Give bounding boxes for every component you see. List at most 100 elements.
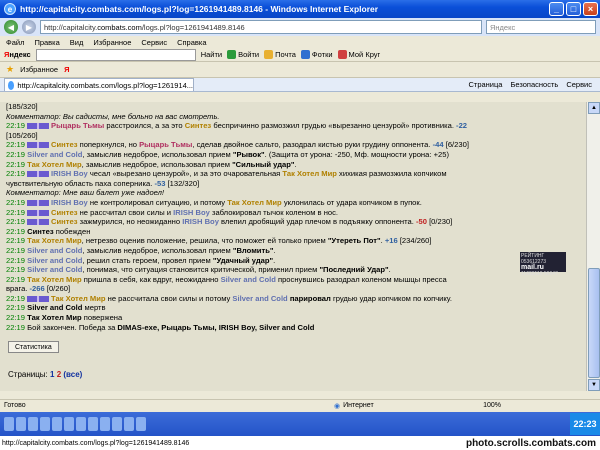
fighter-name[interactable]: IRISH Boy bbox=[182, 217, 219, 226]
skill-name: "Последний Удар" bbox=[319, 265, 389, 275]
scroll-down-arrow[interactable]: ▼ bbox=[588, 379, 600, 391]
close-button[interactable]: × bbox=[583, 2, 598, 16]
browser-search-input[interactable]: Яндекс bbox=[486, 20, 596, 34]
log-text: [0/260] bbox=[44, 284, 71, 294]
fighter-name[interactable]: Рыцарь Тьмы bbox=[139, 140, 192, 149]
log-time: 22:19 bbox=[6, 313, 26, 323]
yandex-logo[interactable]: Яндекс bbox=[4, 50, 31, 59]
yandex-photos-button[interactable]: Фотки bbox=[300, 50, 333, 59]
yandex-find-button[interactable]: Найти bbox=[201, 50, 222, 59]
log-text: уклонилась от удара копчиком в пупок. bbox=[281, 197, 422, 207]
log-text: проснувшись разодрал коленом мышцы пресс… bbox=[275, 274, 447, 284]
favorites-star-icon[interactable]: ★ bbox=[6, 64, 14, 75]
scroll-thumb[interactable] bbox=[588, 268, 600, 378]
taskbar-icon[interactable] bbox=[76, 417, 86, 431]
log-line: 22:19 Так Хотел Мир повержена bbox=[6, 313, 580, 323]
fighter-name[interactable]: Так Хотел Мир bbox=[227, 198, 282, 207]
log-text: [132/320] bbox=[165, 178, 200, 188]
log-time: 22:19 bbox=[6, 322, 26, 332]
tools-menu[interactable]: Сервис bbox=[566, 80, 592, 89]
taskbar-icon[interactable] bbox=[28, 417, 38, 431]
safety-menu[interactable]: Безопасность bbox=[510, 80, 558, 89]
taskbar-icon[interactable] bbox=[40, 417, 50, 431]
fighter-name[interactable]: Silver and Cold bbox=[27, 150, 82, 159]
taskbar-icon[interactable] bbox=[88, 417, 98, 431]
menu-favorites[interactable]: Избранное bbox=[93, 38, 131, 47]
fighter-name[interactable]: Синтез bbox=[51, 208, 77, 217]
tab-current[interactable]: http://capitalcity.combats.com/logs.pl?l… bbox=[4, 78, 194, 91]
menu-view[interactable]: Вид bbox=[70, 38, 84, 47]
maximize-button[interactable]: □ bbox=[566, 2, 581, 16]
ya-fav-button[interactable]: Я bbox=[64, 65, 69, 74]
yandex-search-input[interactable] bbox=[35, 48, 196, 61]
heal-value: +16 bbox=[384, 236, 398, 246]
taskbar-icon[interactable] bbox=[4, 417, 14, 431]
page-link-all[interactable]: (все) bbox=[63, 370, 82, 379]
mailru-rating-counter[interactable]: РЕЙТИНГ 053612273 mail.ru 11603119 56947 bbox=[520, 252, 566, 277]
scroll-up-arrow[interactable]: ▲ bbox=[588, 102, 600, 114]
yandex-mail-button[interactable]: Почта bbox=[264, 50, 296, 59]
taskbar-icon[interactable] bbox=[136, 417, 146, 431]
favorites-button[interactable]: Избранное bbox=[20, 65, 58, 74]
menu-tools[interactable]: Сервис bbox=[141, 38, 167, 47]
menu-edit[interactable]: Правка bbox=[34, 38, 59, 47]
fighter-name[interactable]: Silver and Cold bbox=[27, 265, 82, 274]
fighter-name[interactable]: IRISH Boy bbox=[173, 208, 210, 217]
menu-file[interactable]: Файл bbox=[6, 38, 24, 47]
address-bar-row: ◀ ▶ http://capitalcity. combats.com/logs.… bbox=[0, 18, 600, 36]
log-pips bbox=[27, 142, 50, 149]
fighter-name[interactable]: Silver and Cold bbox=[27, 303, 82, 312]
fighter-name[interactable]: Silver and Cold bbox=[221, 275, 276, 284]
taskbar-icon[interactable] bbox=[52, 417, 62, 431]
log-text: не контролировал ситуацию, и потому bbox=[87, 197, 228, 207]
address-input[interactable]: http://capitalcity. combats.com/logs.pl?l… bbox=[40, 20, 482, 34]
fighter-name[interactable]: Рыцарь Тьмы bbox=[51, 121, 104, 130]
log-text: , сделав двойное сальто, разодрал кистью… bbox=[192, 140, 433, 150]
log-line: 22:19 Синтез зажмурился, но неожиданно IR… bbox=[6, 217, 580, 227]
log-time: 22:19 bbox=[6, 121, 26, 131]
fighter-name[interactable]: Так Хотел Мир bbox=[51, 294, 106, 303]
menu-help[interactable]: Справка bbox=[177, 38, 206, 47]
log-line: 22:19 Silver and Cold, замыслив недоброе… bbox=[6, 246, 580, 256]
damage-value: -53 bbox=[154, 178, 166, 188]
yandex-mycircle-button[interactable]: Мой Круг bbox=[337, 50, 380, 59]
zoom-level[interactable]: 100% bbox=[483, 402, 501, 409]
fighter-name[interactable]: Синтез bbox=[51, 140, 77, 149]
forward-button[interactable]: ▶ bbox=[22, 20, 36, 34]
fighter-name[interactable]: Silver and Cold bbox=[27, 256, 82, 265]
log-text: врага. bbox=[6, 284, 30, 294]
title-bar[interactable]: e http://capitalcity.combats.com/logs.pl… bbox=[0, 0, 600, 18]
log-line: 22:19 Бой закончен. Победа за DIMAS-exe,… bbox=[6, 323, 580, 333]
fighter-name[interactable]: IRISH Boy bbox=[51, 169, 88, 178]
taskbar-icon[interactable] bbox=[124, 417, 134, 431]
fighter-name[interactable]: Синтез bbox=[185, 121, 211, 130]
fighter-name[interactable]: Синтез bbox=[51, 217, 77, 226]
taskbar-icon[interactable] bbox=[112, 417, 122, 431]
taskbar-icon[interactable] bbox=[16, 417, 26, 431]
skill-name: "Вломить" bbox=[232, 245, 274, 255]
page-menu[interactable]: Страница bbox=[468, 80, 502, 89]
yandex-login-button[interactable]: Войти bbox=[227, 50, 259, 59]
taskbar-icon[interactable] bbox=[100, 417, 110, 431]
minimize-button[interactable]: _ bbox=[549, 2, 564, 16]
vertical-scrollbar[interactable]: ▲ ▼ bbox=[586, 102, 600, 391]
fighter-name[interactable]: Silver and Cold bbox=[27, 246, 82, 255]
fighter-name[interactable]: Так Хотел Мир bbox=[27, 275, 82, 284]
log-line: 22:19 Silver and Cold, замыслив недоброе… bbox=[6, 150, 580, 160]
globe-icon: ◉ bbox=[334, 402, 341, 410]
back-button[interactable]: ◀ bbox=[4, 20, 18, 34]
fighter-name[interactable]: Синтез bbox=[27, 227, 53, 236]
skill-name: "Рывок" bbox=[232, 149, 265, 159]
battle-log-content: [185/320] Комментатор: Вы садисты, мне б… bbox=[0, 102, 586, 391]
search-placeholder: Яндекс bbox=[490, 22, 516, 32]
fighter-name[interactable]: Так Хотел Мир bbox=[27, 160, 82, 169]
fighter-name[interactable]: Так Хотел Мир bbox=[282, 169, 337, 178]
fighter-name[interactable]: IRISH Boy bbox=[51, 198, 88, 207]
taskbar-icon[interactable] bbox=[64, 417, 74, 431]
log-text: зажмурился, но неожиданно bbox=[77, 217, 183, 227]
fighter-name[interactable]: Silver and Cold bbox=[232, 294, 287, 303]
fighter-name[interactable]: Так Хотел Мир bbox=[27, 236, 82, 245]
page-link-1[interactable]: 1 bbox=[50, 370, 54, 379]
fighter-name[interactable]: Так Хотел Мир bbox=[27, 313, 82, 322]
statistics-button[interactable]: Статистика bbox=[8, 341, 59, 354]
